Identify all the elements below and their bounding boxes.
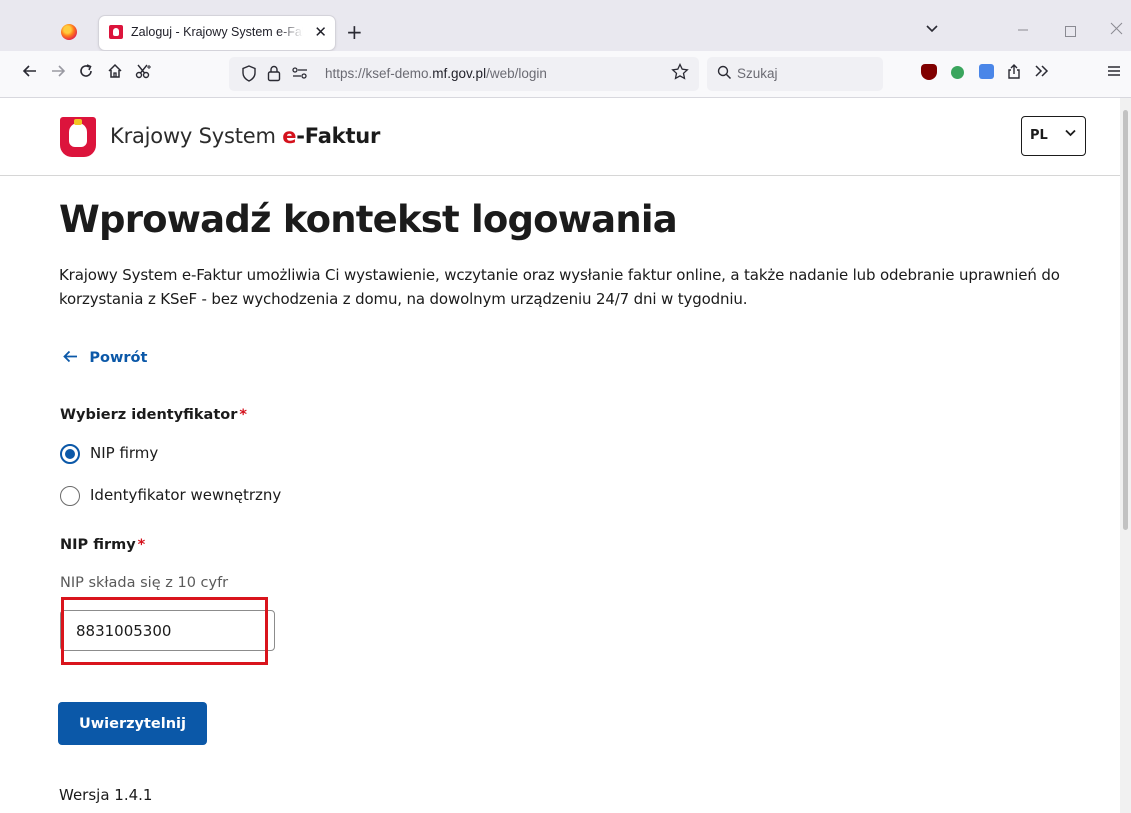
- share-icon[interactable]: [1006, 63, 1022, 85]
- hamburger-menu-icon[interactable]: [1107, 63, 1121, 83]
- site-favicon-icon: [109, 25, 123, 39]
- radio-nip[interactable]: [60, 444, 80, 464]
- page-scrollbar[interactable]: [1120, 98, 1131, 813]
- brand-prefix: Krajowy System: [110, 124, 276, 148]
- close-tab-icon[interactable]: ✕: [314, 22, 327, 42]
- back-arrow-icon[interactable]: [22, 63, 38, 84]
- nip-input[interactable]: [60, 610, 275, 651]
- url-path: /web/login: [486, 66, 547, 81]
- lock-icon[interactable]: [267, 65, 281, 87]
- identifier-label: Wybierz identyfikator *: [60, 407, 247, 423]
- minimize-window-icon[interactable]: [1017, 22, 1029, 38]
- tracking-protection-shield-icon[interactable]: [241, 65, 257, 87]
- site-brand[interactable]: Krajowy System e-Faktur: [110, 124, 380, 148]
- browser-toolbar: https://ksef-demo.mf.gov.pl/web/login Sz…: [0, 51, 1131, 98]
- firefox-logo-icon[interactable]: [61, 24, 77, 40]
- tab-title: Zaloguj - Krajowy System e-Faktur: [131, 25, 303, 39]
- search-icon: [717, 65, 732, 85]
- more-tools-chevron-icon[interactable]: [1034, 63, 1050, 83]
- close-window-icon[interactable]: [1110, 20, 1123, 40]
- ublock-origin-extension-icon[interactable]: [921, 64, 937, 80]
- translate-extension-icon[interactable]: [979, 64, 994, 79]
- required-asterisk: *: [137, 537, 146, 553]
- maximize-window-icon[interactable]: [1065, 26, 1076, 37]
- brand-accent: e-Faktur: [282, 124, 380, 148]
- browser-tab-strip: Zaloguj - Krajowy System e-Faktur ✕ +: [0, 0, 1131, 51]
- new-tab-button[interactable]: +: [346, 20, 363, 44]
- back-link-label: Powrót: [89, 350, 148, 366]
- home-icon[interactable]: [107, 63, 123, 84]
- address-bar[interactable]: https://ksef-demo.mf.gov.pl/web/login: [229, 57, 699, 91]
- browser-tab[interactable]: Zaloguj - Krajowy System e-Faktur ✕: [99, 16, 335, 50]
- forward-arrow-icon[interactable]: [50, 63, 66, 84]
- chevron-down-icon: [1064, 126, 1077, 143]
- language-label: PL: [1030, 128, 1048, 143]
- page-description: Krajowy System e-Faktur umożliwia Ci wys…: [59, 266, 1060, 308]
- permissions-icon[interactable]: [291, 65, 309, 86]
- page-title: Wprowadź kontekst logowania: [59, 198, 678, 241]
- scrollbar-thumb[interactable]: [1123, 110, 1128, 530]
- search-placeholder: Szukaj: [737, 66, 778, 81]
- required-asterisk: *: [239, 407, 247, 423]
- language-select[interactable]: PL: [1021, 116, 1086, 156]
- green-extension-icon[interactable]: [951, 66, 964, 79]
- site-header: Krajowy System e-Faktur PL: [0, 98, 1120, 176]
- authenticate-button[interactable]: Uwierzytelnij: [58, 702, 207, 745]
- radio-internal-id-label[interactable]: Identyfikator wewnętrzny: [90, 486, 281, 504]
- polish-eagle-emblem-icon: [60, 117, 96, 157]
- nip-hint: NIP składa się z 10 cyfr: [60, 575, 229, 591]
- reload-icon[interactable]: [78, 63, 94, 84]
- brand-rest: -Faktur: [296, 124, 381, 148]
- screenshot-icon[interactable]: [134, 63, 152, 84]
- radio-nip-label[interactable]: NIP firmy: [90, 444, 158, 462]
- url-text[interactable]: https://ksef-demo.mf.gov.pl/web/login: [325, 66, 547, 81]
- url-domain: mf.gov.pl: [432, 66, 487, 81]
- version-label: Wersja 1.4.1: [59, 786, 153, 804]
- nip-field-label-text: NIP firmy: [60, 537, 136, 553]
- radio-internal-id[interactable]: [60, 486, 80, 506]
- brand-e: e: [282, 124, 297, 148]
- back-link[interactable]: Powrót: [63, 347, 147, 367]
- search-bar[interactable]: Szukaj: [707, 57, 883, 91]
- bookmark-star-icon[interactable]: [671, 62, 689, 85]
- nip-field-label: NIP firmy *: [60, 537, 145, 553]
- arrow-left-icon: [63, 347, 83, 367]
- url-prefix: https://ksef-demo.: [325, 66, 433, 81]
- identifier-label-text: Wybierz identyfikator: [60, 407, 238, 423]
- tab-list-chevron-icon[interactable]: [925, 22, 939, 38]
